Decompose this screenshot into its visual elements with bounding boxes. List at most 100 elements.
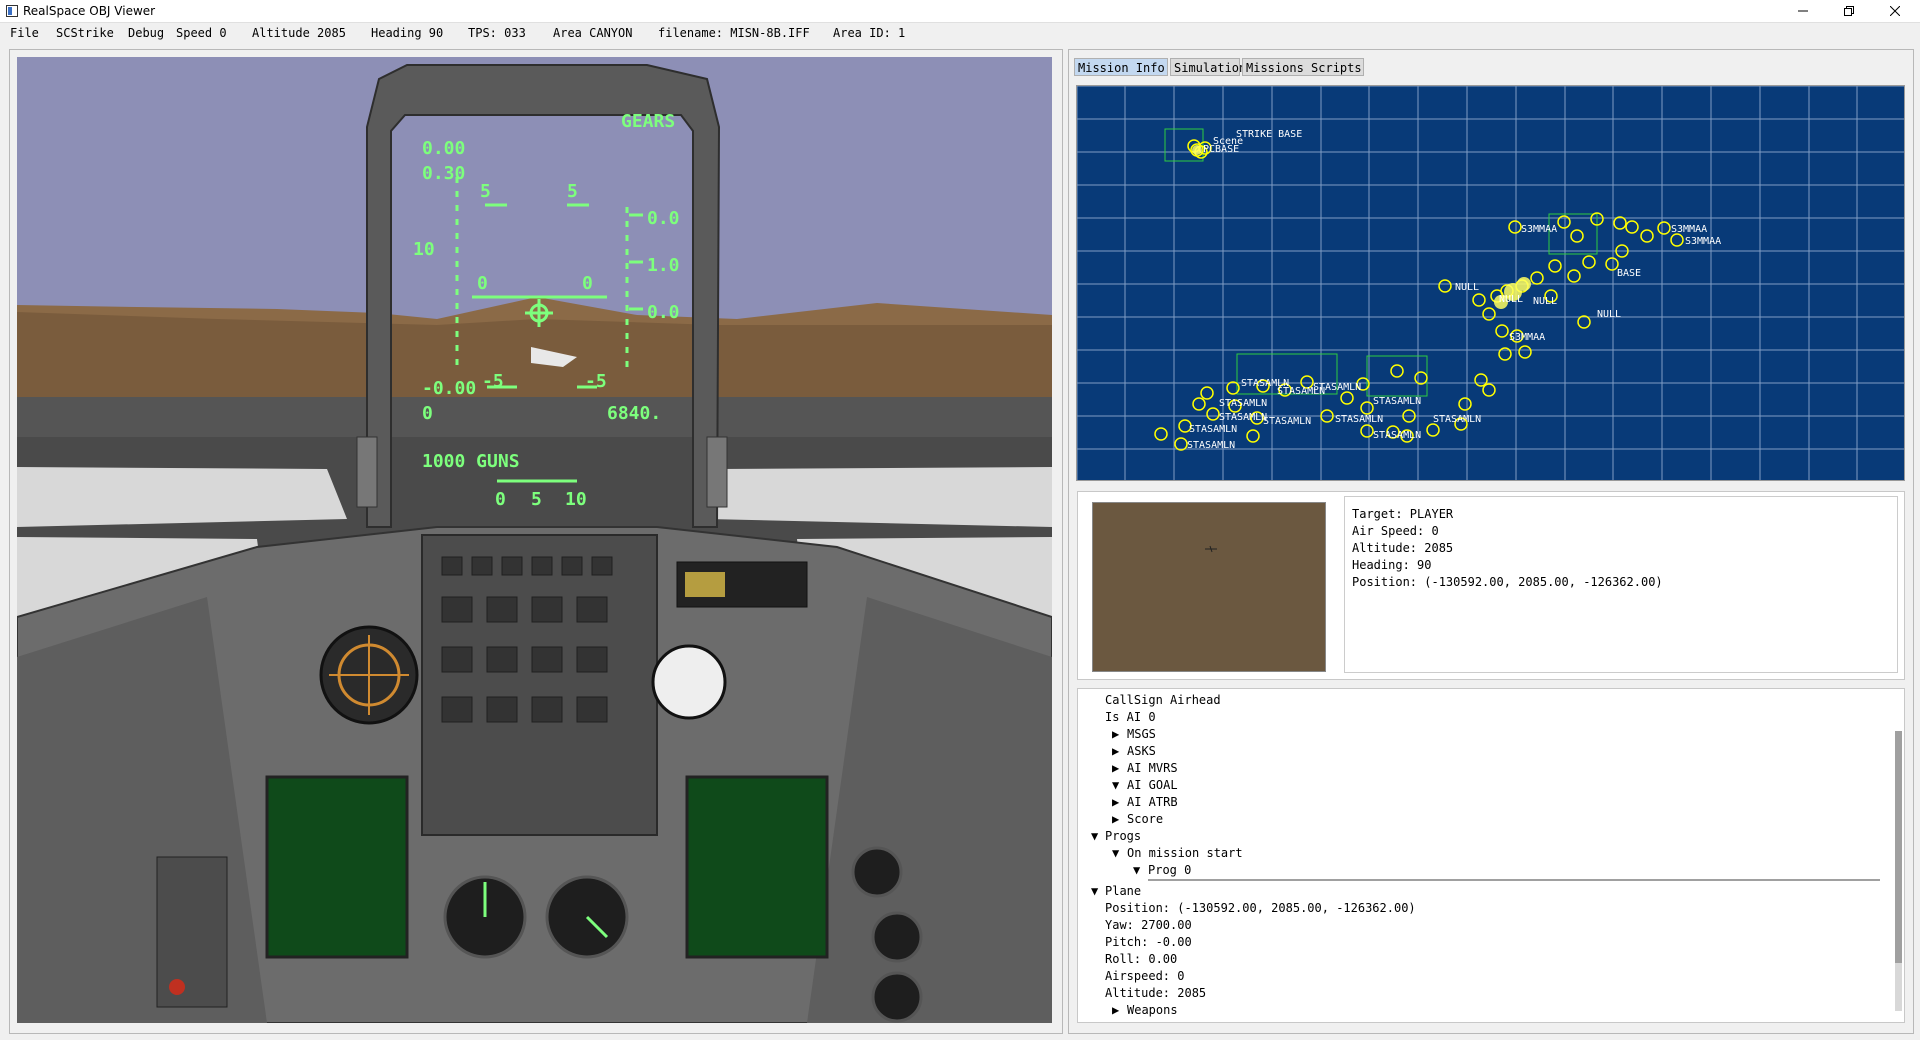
hud-tick-top-left: 5 <box>480 181 491 202</box>
menu-debug[interactable]: Debug <box>128 26 164 40</box>
close-button[interactable] <box>1872 0 1918 22</box>
menu-scstrike[interactable]: SCStrike <box>56 26 114 40</box>
tree-expand-ai-mvrs-icon[interactable]: ▶ <box>1112 761 1119 775</box>
map-label-s3mmaa-3: S3MMAA <box>1685 236 1721 247</box>
tree-plane-airspeed: Airspeed: 0 <box>1105 969 1185 983</box>
hud-guns: 1000 GUNS <box>422 451 520 472</box>
hud-scale-c: 0.0 <box>647 302 680 323</box>
map-label-stasamln-4: STASAMLN <box>1373 396 1421 407</box>
target-position: Position: (-130592.00, 2085.00, -126362.… <box>1352 575 1663 589</box>
tree-expand-ai-atrb-icon[interactable]: ▶ <box>1112 795 1119 809</box>
tab-mission-info[interactable]: Mission Info <box>1074 58 1168 76</box>
tree-expand-asks-icon[interactable]: ▶ <box>1112 744 1119 758</box>
map-label-stasamln-8: STASAMLN <box>1189 424 1237 435</box>
map-label-null-3: NULL <box>1533 296 1557 307</box>
tree-node-ai-goal[interactable]: AI GOAL <box>1127 778 1178 792</box>
title-bar: RealSpace OBJ Viewer <box>0 0 1920 23</box>
tree-collapse-prog0-icon[interactable]: ▼ <box>1133 863 1140 877</box>
tree-plane-pitch: Pitch: -0.00 <box>1105 935 1192 949</box>
tree-separator <box>1148 879 1880 881</box>
target-heading: Heading: 90 <box>1352 558 1432 572</box>
hud-vs-left: -0.00 <box>422 378 476 399</box>
hud-pitch-left: 10 <box>413 239 435 260</box>
tree-node-ai-atrb[interactable]: AI ATRB <box>1127 795 1178 809</box>
mission-map[interactable]: Scene STRIKE BASE PCBASE NULL NULL NULL … <box>1076 85 1905 481</box>
tree-node-asks[interactable]: ASKS <box>1127 744 1156 758</box>
filename-readout: filename: MISN-8B.IFF <box>658 26 810 40</box>
map-label-stasamln-9: STASAMLN <box>1187 440 1235 451</box>
cockpit-view[interactable]: GEARS 0.00 0.30 10 5 5 0.0 1.0 0.0 0 0 -… <box>17 57 1052 1023</box>
window-title: RealSpace OBJ Viewer <box>23 4 156 18</box>
mission-tree[interactable]: CallSign Airhead Is AI 0 ▶ MSGS ▶ ASKS ▶… <box>1077 688 1905 1023</box>
target-thumbnail <box>1092 502 1326 672</box>
tree-node-plane[interactable]: Plane <box>1105 884 1141 898</box>
hud-center-left: 0 <box>477 273 488 294</box>
tree-node-msgs[interactable]: MSGS <box>1127 727 1156 741</box>
tree-expand-weapons-icon[interactable]: ▶ <box>1112 1003 1119 1017</box>
mission-map-canvas: Scene STRIKE BASE PCBASE NULL NULL NULL … <box>1077 86 1904 480</box>
hud-altitude: 6840. <box>607 403 661 424</box>
restore-button[interactable] <box>1826 0 1872 22</box>
tab-simulation[interactable]: Simulation <box>1170 58 1246 76</box>
menu-file[interactable]: File <box>10 26 39 40</box>
map-label-stasamln-5: STASAMLN <box>1219 398 1267 409</box>
restore-icon <box>1844 6 1854 16</box>
app-icon <box>6 5 18 17</box>
hud-bottom-b: 5 <box>531 489 542 510</box>
tree-is-ai: Is AI 0 <box>1105 710 1156 724</box>
tree-node-ai-mvrs[interactable]: AI MVRS <box>1127 761 1178 775</box>
minimize-button[interactable] <box>1780 0 1826 22</box>
cockpit-render: GEARS 0.00 0.30 10 5 5 0.0 1.0 0.0 0 0 -… <box>17 57 1052 1023</box>
minimize-icon <box>1798 10 1808 12</box>
speed-readout: Speed 0 <box>176 26 227 40</box>
map-label-s3mmaa-2: S3MMAA <box>1671 224 1707 235</box>
hud-gears: GEARS <box>621 111 675 132</box>
tree-collapse-progs-icon[interactable]: ▼ <box>1091 829 1098 843</box>
target-name: Target: PLAYER <box>1352 507 1454 521</box>
tree-expand-msgs-icon[interactable]: ▶ <box>1112 727 1119 741</box>
tree-collapse-mission-start-icon[interactable]: ▼ <box>1112 846 1119 860</box>
tree-node-score[interactable]: Score <box>1127 812 1163 826</box>
target-panel: Target: PLAYER Air Speed: 0 Altitude: 20… <box>1077 491 1905 680</box>
map-label-stasamln-7: STASAMLN <box>1263 416 1311 427</box>
hud-scale-a: 0.0 <box>647 208 680 229</box>
map-label-stasamln-6: STASAMLN <box>1219 412 1267 423</box>
tree-plane-position: Position: (-130592.00, 2085.00, -126362.… <box>1105 901 1416 915</box>
map-label-s3mmaa-1: S3MMAA <box>1521 224 1557 235</box>
hud-bottom-c: 10 <box>565 489 587 510</box>
map-label-stasamln-3: STASAMLN <box>1313 382 1361 393</box>
tree-node-progs[interactable]: Progs <box>1105 829 1141 843</box>
map-label-stasamln-11: STASAMLN <box>1433 414 1481 425</box>
map-label-strike-base: STRIKE BASE <box>1236 129 1302 140</box>
tab-missions-scripts[interactable]: Missions Scripts <box>1242 58 1364 76</box>
hud-line2: 0.30 <box>422 163 465 184</box>
map-label-stasamln-10: STASAMLN <box>1335 414 1383 425</box>
hud-line1: 0.00 <box>422 138 465 159</box>
hud-tick-top-right: 5 <box>567 181 578 202</box>
tree-expand-score-icon[interactable]: ▶ <box>1112 812 1119 826</box>
tps-readout: TPS: 033 <box>468 26 526 40</box>
hud-vs-mid: -5 <box>482 371 504 392</box>
hud-zero: 0 <box>422 403 433 424</box>
tree-node-prog0[interactable]: Prog 0 <box>1148 863 1191 877</box>
hud-center-right: 0 <box>582 273 593 294</box>
tree-node-on-mission-start[interactable]: On mission start <box>1127 846 1243 860</box>
target-altitude: Altitude: 2085 <box>1352 541 1454 555</box>
tree-scrollbar-thumb[interactable] <box>1895 731 1902 963</box>
tree-collapse-plane-icon[interactable]: ▼ <box>1091 884 1098 898</box>
hud-vs-right: -5 <box>585 371 607 392</box>
tree-plane-altitude: Altitude: 2085 <box>1105 986 1207 1000</box>
hud-scale-b: 1.0 <box>647 255 680 276</box>
map-label-stasamln-12: STASAMLN <box>1373 430 1421 441</box>
altitude-readout: Altitude 2085 <box>252 26 346 40</box>
tree-collapse-ai-goal-icon[interactable]: ▼ <box>1112 778 1119 792</box>
tree-callsign: CallSign Airhead <box>1105 693 1221 707</box>
hud-bottom-a: 0 <box>495 489 506 510</box>
map-label-base: BASE <box>1617 268 1641 279</box>
close-icon <box>1890 6 1900 16</box>
map-label-null-1: NULL <box>1455 282 1479 293</box>
map-label-s3mmaa-4: S3MMAA <box>1509 332 1545 343</box>
area-id-readout: Area ID: 1 <box>833 26 906 40</box>
tree-node-weapons[interactable]: Weapons <box>1127 1003 1178 1017</box>
tree-plane-roll: Roll: 0.00 <box>1105 952 1178 966</box>
